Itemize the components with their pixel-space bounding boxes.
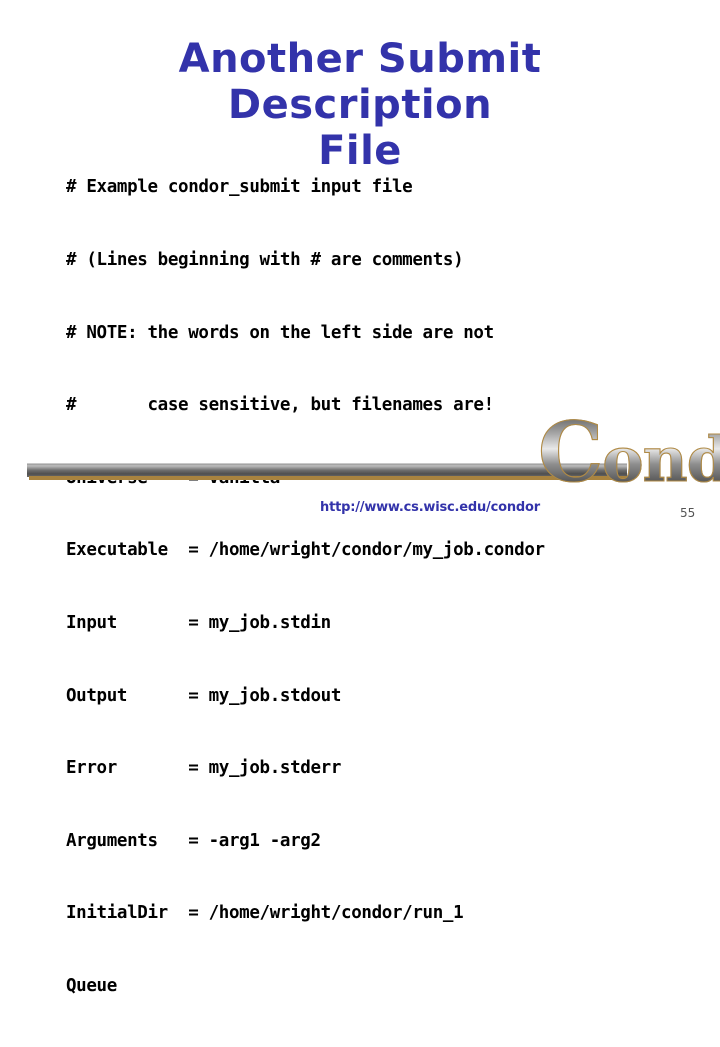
code-line: Input = my_job.stdin xyxy=(66,612,331,633)
code-line: Error = my_job.stderr xyxy=(66,758,342,779)
code-line: InitialDir = /home/wright/condor/run_1 xyxy=(66,903,464,924)
submit-description-file-text: # Example condor_submit input file # (Li… xyxy=(66,127,686,1047)
slide-root: Another Submit Description File # Exampl… xyxy=(0,0,720,996)
divider-bar-face xyxy=(27,463,627,477)
decorative-divider-bar xyxy=(27,463,627,480)
code-line: # Example condor_submit input file xyxy=(66,177,413,198)
code-line: Queue xyxy=(66,975,117,996)
code-line: Output = my_job.stdout xyxy=(66,685,342,706)
condor-logo-rest: ondor xyxy=(602,423,720,496)
slide-number: 55 xyxy=(680,506,696,520)
code-line: # NOTE: the words on the left side are n… xyxy=(66,322,494,343)
code-line: Arguments = -arg1 -arg2 xyxy=(66,830,321,851)
condor-logo-capital-c: C xyxy=(537,405,603,501)
condor-logo-text: Condor xyxy=(537,411,720,496)
condor-logo: Condor xyxy=(537,411,720,496)
code-line: Executable = /home/wright/condor/my_job.… xyxy=(66,540,545,561)
footer-url[interactable]: http://www.cs.wisc.edu/condor xyxy=(300,500,560,516)
code-line: # (Lines beginning with # are comments) xyxy=(66,250,464,270)
